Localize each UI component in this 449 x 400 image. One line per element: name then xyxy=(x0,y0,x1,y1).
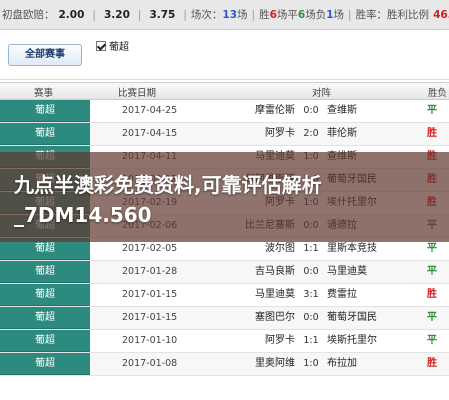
table-row[interactable]: 葡超 2017-01-10 阿罗卡 1:1 埃斯托里尔 平 xyxy=(0,330,449,353)
draw-label: 平 xyxy=(287,9,298,21)
score-cell: 2:0 xyxy=(303,128,319,139)
win-label: 胜 xyxy=(259,9,270,21)
stats-bar: 初盘欧赔： 2.00 | 3.20 | 3.75 | 场次： 13 场 | 胜 … xyxy=(0,0,449,30)
away-team-cell[interactable]: 查维斯 xyxy=(327,100,357,122)
win-unit: 场 xyxy=(276,9,288,21)
header-result: 胜负 xyxy=(428,88,448,99)
score-cell: 3:1 xyxy=(303,289,319,300)
separator: | xyxy=(348,8,352,21)
matches-unit: 场 xyxy=(237,9,248,21)
league-checkbox[interactable] xyxy=(96,40,106,51)
draw-unit: 场 xyxy=(305,9,316,21)
win-count: 6 xyxy=(269,8,277,21)
separator: | xyxy=(92,8,96,21)
home-team-cell[interactable]: 阿罗卡 xyxy=(265,330,295,352)
lose-count: 1 xyxy=(326,8,334,21)
matches-label: 场次： xyxy=(190,9,223,21)
odds-draw: 3.20 xyxy=(103,8,130,21)
score-cell: 0:0 xyxy=(303,105,319,116)
initial-odds-label: 初盘欧赔： xyxy=(2,9,55,21)
filter-bar: 全部赛事 葡超 xyxy=(0,30,449,80)
score-cell: 0:0 xyxy=(303,312,319,323)
result-cell: 胜 xyxy=(427,289,437,300)
score-cell: 0:0 xyxy=(303,266,319,277)
home-team-cell[interactable]: 摩雷伦斯 xyxy=(255,100,295,122)
result-cell: 平 xyxy=(427,335,437,346)
all-events-button[interactable]: 全部赛事 xyxy=(8,44,82,66)
result-cell: 胜 xyxy=(427,358,437,369)
date-cell: 2017-01-15 xyxy=(122,289,178,300)
table-row[interactable]: 葡超 2017-04-15 阿罗卡 2:0 菲伦斯 胜 xyxy=(0,123,449,146)
home-team-cell[interactable]: 塞图巴尔 xyxy=(255,307,295,329)
table-row[interactable]: 葡超 2017-04-25 摩雷伦斯 0:0 查维斯 平 xyxy=(0,100,449,123)
date-cell: 2017-01-08 xyxy=(122,358,178,369)
table-row[interactable]: 葡超 2017-01-28 吉马良斯 0:0 马里迪莫 平 xyxy=(0,261,449,284)
header-date: 比赛日期 xyxy=(118,88,157,99)
odds-away: 3.75 xyxy=(149,8,176,21)
header-match: 对阵 xyxy=(312,88,332,99)
date-cell: 2017-01-10 xyxy=(122,335,178,346)
lose-unit: 场 xyxy=(333,9,345,21)
result-cell: 平 xyxy=(427,312,437,323)
league-cell: 葡超 xyxy=(0,353,90,375)
matches-count: 13 xyxy=(222,8,238,21)
home-team-cell[interactable]: 里奥阿维 xyxy=(255,353,295,375)
home-team-cell[interactable]: 阿罗卡 xyxy=(265,123,295,145)
table-header: 赛事 比赛日期 对阵 胜负 xyxy=(0,82,449,100)
score-cell: 1:0 xyxy=(303,358,319,369)
away-team-cell[interactable]: 埃斯托里尔 xyxy=(327,330,377,352)
league-filter-option[interactable]: 葡超 xyxy=(96,38,129,53)
date-cell: 2017-01-15 xyxy=(122,312,178,323)
league-cell: 葡超 xyxy=(0,284,90,306)
date-cell: 2017-04-15 xyxy=(122,128,178,139)
league-cell: 葡超 xyxy=(0,123,90,145)
table-row[interactable]: 葡超 2017-01-08 里奥阿维 1:0 布拉加 胜 xyxy=(0,353,449,376)
draw-count: 6 xyxy=(297,8,306,21)
separator: | xyxy=(183,8,187,21)
score-cell: 1:1 xyxy=(303,335,319,346)
odds-home: 2.00 xyxy=(58,8,85,21)
result-cell: 平 xyxy=(427,266,437,277)
league-cell: 葡超 xyxy=(0,100,90,122)
home-team-cell[interactable]: 马里迪莫 xyxy=(255,284,295,306)
home-team-cell[interactable]: 吉马良斯 xyxy=(255,261,295,283)
table-row[interactable]: 葡超 2017-01-15 塞图巴尔 0:0 葡萄牙国民 平 xyxy=(0,307,449,330)
away-team-cell[interactable]: 菲伦斯 xyxy=(327,123,357,145)
result-cell: 胜 xyxy=(427,128,437,139)
away-team-cell[interactable]: 葡萄牙国民 xyxy=(327,307,377,329)
away-team-cell[interactable]: 费雷拉 xyxy=(327,284,357,306)
separator: | xyxy=(137,8,142,21)
away-team-cell[interactable]: 马里迪莫 xyxy=(327,261,367,283)
date-cell: 2017-01-28 xyxy=(122,266,178,277)
separator: | xyxy=(251,8,256,21)
header-league: 赛事 xyxy=(34,88,54,99)
away-team-cell[interactable]: 布拉加 xyxy=(327,353,357,375)
date-cell: 2017-04-25 xyxy=(122,105,178,116)
ratio-label: 胜率：胜利比例 xyxy=(355,9,430,21)
league-checkbox-label: 葡超 xyxy=(109,42,129,53)
league-cell: 葡超 xyxy=(0,330,90,352)
league-cell: 葡超 xyxy=(0,261,90,283)
league-cell: 葡超 xyxy=(0,307,90,329)
table-row[interactable]: 葡超 2017-01-15 马里迪莫 3:1 费雷拉 胜 xyxy=(0,284,449,307)
ratio-value: 46.2% xyxy=(433,8,449,21)
watermark-text: 九点半澳彩免费资料,可靠评估解析_7DM14.560 xyxy=(14,173,322,227)
lose-label: 负 xyxy=(315,9,327,21)
result-cell: 平 xyxy=(427,105,437,116)
